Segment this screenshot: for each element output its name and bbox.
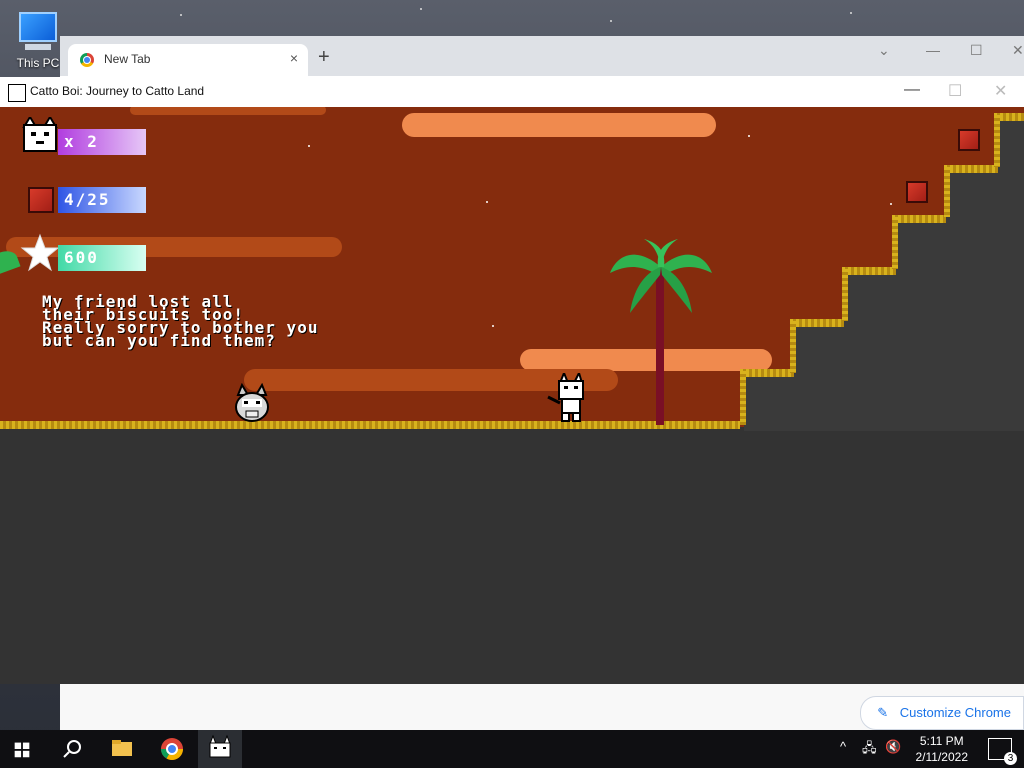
stair-edge bbox=[944, 165, 998, 173]
cat-face-lives-icon bbox=[22, 117, 58, 152]
catto-game-taskbar-button[interactable] bbox=[198, 730, 242, 768]
ground-grass-edge bbox=[0, 421, 740, 429]
stair-edge bbox=[892, 215, 946, 223]
cat-taskbar-icon bbox=[209, 734, 231, 758]
this-pc-label: This PC bbox=[16, 56, 60, 70]
chrome-minimize-button[interactable]: — bbox=[926, 42, 940, 58]
stair-block bbox=[794, 321, 1024, 377]
star bbox=[492, 325, 494, 327]
tab-close-icon[interactable]: × bbox=[290, 50, 298, 66]
stair-block bbox=[896, 217, 1024, 273]
lives-counter: x 2 bbox=[58, 129, 146, 155]
new-tab-button[interactable]: + bbox=[318, 46, 330, 69]
clock-time: 5:11 PM bbox=[919, 734, 964, 748]
game-titlebar: Catto Boi: Journey to Catto Land — ☐ ✕ bbox=[0, 77, 1024, 108]
customize-chrome-button[interactable]: ✎ Customize Chrome bbox=[860, 696, 1024, 730]
windows-start-icon[interactable] bbox=[0, 730, 44, 768]
customize-chrome-label: Customize Chrome bbox=[899, 705, 1011, 720]
computer-icon bbox=[19, 12, 57, 50]
chrome-tab-bar: New Tab × + ⌄ — ☐ ✕ bbox=[60, 36, 1024, 76]
cloud bbox=[402, 113, 716, 137]
tab-title: New Tab bbox=[104, 52, 151, 66]
stair-block bbox=[744, 371, 1024, 431]
game-close-button[interactable]: ✕ bbox=[994, 81, 1007, 101]
pencil-icon: ✎ bbox=[877, 705, 889, 720]
star bbox=[890, 203, 892, 205]
crate-counter-icon bbox=[28, 187, 54, 213]
stair-block bbox=[998, 115, 1024, 171]
stair-side bbox=[790, 321, 796, 373]
cloud bbox=[520, 349, 772, 371]
show-hidden-icons-chevron-icon[interactable]: ^ bbox=[840, 739, 846, 754]
clock-date: 2/11/2022 bbox=[915, 750, 969, 764]
chrome-favicon-icon bbox=[80, 53, 94, 67]
palm-tree-leaves bbox=[610, 239, 712, 313]
stair-side bbox=[892, 217, 898, 269]
game-window: Catto Boi: Journey to Catto Land — ☐ ✕ x… bbox=[0, 77, 1024, 684]
ground-fill bbox=[0, 427, 1024, 684]
volume-muted-icon[interactable]: 🔇 bbox=[885, 739, 901, 755]
game-maximize-button: ☐ bbox=[948, 83, 963, 100]
star bbox=[486, 201, 488, 203]
stair-side bbox=[842, 269, 848, 321]
search-icon[interactable] bbox=[50, 730, 94, 768]
stair-edge bbox=[740, 369, 794, 377]
biscuit-crate-pickup bbox=[906, 181, 928, 203]
chrome-close-button[interactable]: ✕ bbox=[1012, 42, 1024, 59]
action-center-icon[interactable]: 3 bbox=[988, 738, 1017, 765]
cat-app-icon bbox=[8, 84, 26, 102]
chrome-maximize-button[interactable]: ☐ bbox=[970, 42, 983, 59]
stair-side bbox=[740, 371, 746, 425]
chrome-ntp-footer: ✎ Customize Chrome bbox=[60, 683, 1024, 730]
stair-side bbox=[994, 115, 1000, 167]
stair-block bbox=[948, 167, 1024, 221]
star bbox=[308, 145, 310, 147]
cloud bbox=[130, 107, 326, 115]
notification-count-badge: 3 bbox=[1004, 752, 1017, 765]
game-window-title: Catto Boi: Journey to Catto Land bbox=[30, 84, 205, 98]
stair-edge bbox=[790, 319, 844, 327]
stair-edge bbox=[842, 267, 896, 275]
chrome-tab-new-tab[interactable]: New Tab × bbox=[68, 44, 308, 76]
npc-dialogue: My friend lost all their biscuits too! R… bbox=[42, 294, 318, 350]
star-score-icon bbox=[20, 233, 60, 272]
stair-block bbox=[846, 269, 1024, 325]
star bbox=[748, 135, 750, 137]
windows-taskbar: ^ 🖧 🔇 5:11 PM 2/11/2022 3 bbox=[0, 730, 1024, 768]
network-icon[interactable]: 🖧 bbox=[862, 739, 877, 761]
game-minimize-button[interactable]: — bbox=[904, 81, 920, 99]
tab-search-chevron-icon[interactable]: ⌄ bbox=[878, 42, 890, 59]
this-pc-desktop-icon[interactable]: This PC bbox=[8, 8, 68, 78]
taskbar-clock[interactable]: 5:11 PM 2/11/2022 bbox=[916, 733, 969, 765]
game-scene[interactable]: x 2 4/25 600 My friend lost all their bi… bbox=[0, 107, 1024, 684]
crate-counter: 4/25 bbox=[58, 187, 146, 213]
dialogue-line-4: but can you find them? bbox=[42, 331, 276, 350]
npc-friend-cat bbox=[235, 383, 269, 422]
file-explorer-icon[interactable] bbox=[100, 730, 144, 768]
chrome-taskbar-icon[interactable] bbox=[150, 730, 194, 768]
player-catto-boi bbox=[547, 373, 584, 422]
biscuit-crate-pickup bbox=[958, 129, 980, 151]
stair-side bbox=[944, 167, 950, 217]
score-counter: 600 bbox=[58, 245, 146, 271]
